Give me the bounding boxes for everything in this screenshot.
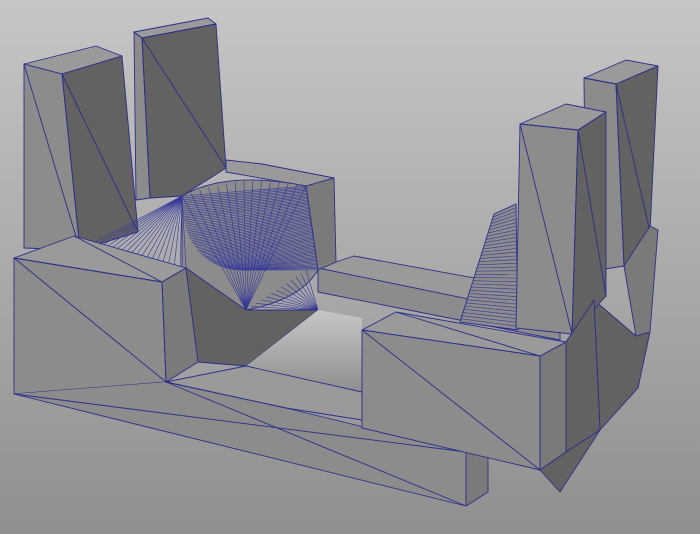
right-front-pillar bbox=[515, 103, 607, 335]
3d-viewport[interactable] bbox=[0, 0, 700, 534]
wireframe-mesh-render bbox=[0, 0, 700, 534]
left-inner-pillar bbox=[133, 17, 227, 201]
left-tall-pillar bbox=[23, 45, 139, 251]
